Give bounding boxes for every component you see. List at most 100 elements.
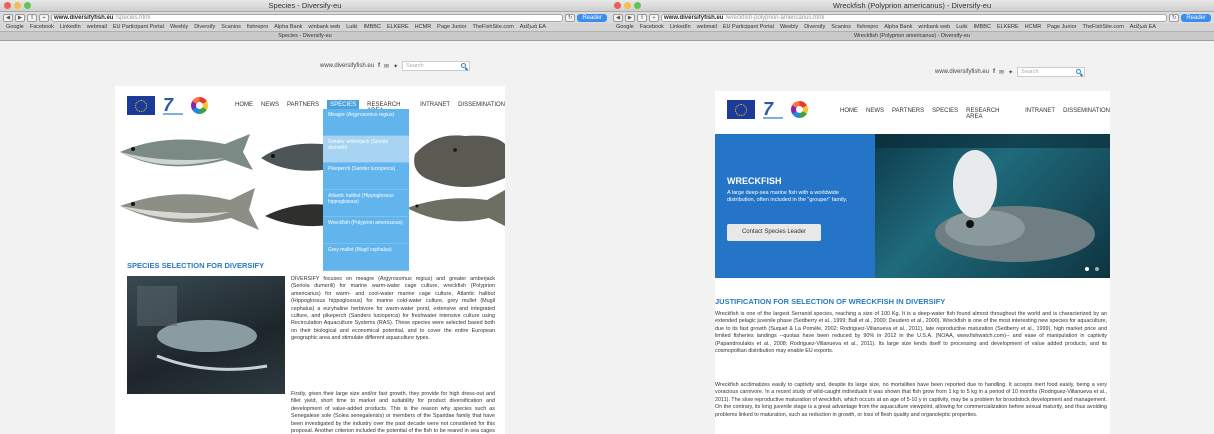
dropdown-item-meagre[interactable]: Meagre (Argyrosomus regius) [323,109,409,136]
meagre-fish-image [120,134,253,170]
bookmark-google[interactable]: Google [6,24,24,30]
dropdown-item-wreckfish[interactable]: Wreckfish (Polyprion americanus) [323,217,409,244]
nav-partners[interactable]: PARTNERS [287,102,319,114]
bookmark-alpha-bank[interactable]: Alpha Bank [884,24,912,30]
nav-news[interactable]: NEWS [866,108,884,120]
bookmark-hcmr[interactable]: HCMR [1025,24,1042,30]
bookmark-facebook[interactable]: Facebook [640,24,664,30]
add-icon[interactable]: + [39,13,49,22]
bookmark-diversify[interactable]: Diversify [194,24,215,30]
site-utility-bar: www.diversifyfish.eu f ✉ ✦ Search [320,61,471,71]
page-viewport: www.diversifyfish.eu f ✉ ✦ Search 7 HOME… [610,41,1214,434]
diversify-logo[interactable] [191,97,208,114]
email-icon[interactable]: ✉ [999,69,1004,76]
eu-flag-logo [127,96,155,115]
search-input[interactable]: Search [1017,67,1086,77]
bookmark-scanios[interactable]: Scanios [221,24,241,30]
facebook-icon[interactable]: f [993,69,995,75]
bookmark-weebly[interactable]: Weebly [170,24,188,30]
bookmark-linkedin[interactable]: LinkedIn [60,24,81,30]
bookmark-winbank-web[interactable]: winbank web [918,24,950,30]
nav-research-area[interactable]: RESEARCH AREA [966,108,1017,120]
bookmark-page-junior[interactable]: Page Junior [437,24,466,30]
bookmark-weebly[interactable]: Weebly [780,24,798,30]
reader-button[interactable]: Reader [577,13,607,22]
bookmark-imbbc[interactable]: IMBBC [974,24,991,30]
search-icon[interactable] [1076,69,1082,74]
add-icon[interactable]: + [649,13,659,22]
bookmark-facebook[interactable]: Facebook [30,24,54,30]
window-title: Wreckfish (Polyprion americanus) - Diver… [832,1,992,10]
bookmark-fishrepro[interactable]: fishrepro [247,24,268,30]
diversify-logo[interactable] [791,101,808,118]
nav-news[interactable]: NEWS [261,102,279,114]
reload-icon[interactable]: ↻ [1169,13,1180,22]
dropdown-item-grey-mullet[interactable]: Grey mullet (Mugil cephalus) [323,244,409,271]
bookmark-diversify[interactable]: Diversify [804,24,825,30]
dropdown-item-pikeperch[interactable]: Pikeperch (Sander lucioperca) [323,163,409,190]
bookmark-hcmr[interactable]: HCMR [415,24,432,30]
forward-icon[interactable]: ▶ [15,13,25,22]
search-icon[interactable] [461,63,467,68]
partner-logos: 7 [727,100,808,119]
dropdown-item-atlantic-halibut[interactable]: Atlantic halibut (Hippoglossus hippoglos… [323,190,409,217]
reload-icon[interactable]: ↻ [565,13,576,22]
slider-dot-1[interactable] [1085,267,1089,271]
address-toolbar: ◀ ▶ ⇪ + www.diversifyfish.eu/wreckfish-p… [610,12,1214,23]
bookmark-luiki[interactable]: Luiki [956,24,967,30]
email-icon[interactable]: ✉ [384,63,389,70]
nav-home[interactable]: HOME [235,102,253,114]
reader-button[interactable]: Reader [1181,13,1211,22]
criteria-paragraph: Firstly, given their large size and/or f… [291,391,495,434]
bookmark-webmail[interactable]: webmail [87,24,107,30]
bookmark-page-junior[interactable]: Page Junior [1047,24,1076,30]
tab-species[interactable]: Species - Diversify-eu [0,32,610,41]
url-path: /species.html [115,14,151,21]
nav-dissemination[interactable]: DISSEMINATION [458,102,505,114]
share-icon[interactable]: ⇪ [637,13,647,22]
contact-species-leader-button[interactable]: Contact Species Leader [727,224,821,241]
bookmark-eu-participant-portal[interactable]: EU Participant Portal [113,24,164,30]
bookmark-alpha-bank[interactable]: Alpha Bank [274,24,302,30]
search-placeholder: Search [406,63,424,69]
bookmark-webmail[interactable]: webmail [697,24,717,30]
back-icon[interactable]: ◀ [613,13,623,22]
address-bar[interactable]: www.diversifyfish.eu/species.html [51,13,564,22]
section-heading: SPECIES SELECTION FOR DIVERSIFY [127,261,265,270]
bookmark-scanios[interactable]: Scanios [831,24,851,30]
back-icon[interactable]: ◀ [3,13,13,22]
search-placeholder: Search [1021,69,1039,75]
bookmark-imbbc[interactable]: IMBBC [364,24,381,30]
bookmark-thefishsite-com[interactable]: TheFishSite.com [1083,24,1124,30]
bookmark-linkedin[interactable]: LinkedIn [670,24,691,30]
nav-dissemination[interactable]: DISSEMINATION [1063,108,1110,120]
bookmark-item[interactable]: Αείξωά ΕΑ [520,24,546,30]
bookmark-item[interactable]: Αείξωά ΕΑ [1130,24,1156,30]
facebook-icon[interactable]: f [378,63,380,69]
browser-window-species: Species - Diversify-eu ◀ ▶ ⇪ + www.diver… [0,0,610,434]
acclimatization-paragraph: Wreckfish acclimatizes easily to captivi… [715,382,1107,418]
bookmark-winbank-web[interactable]: winbank web [308,24,340,30]
bookmarks-bar: Google Facebook LinkedIn webmail EU Particip… [610,23,1214,32]
nav-intranet[interactable]: INTRANET [1025,108,1055,120]
nav-species[interactable]: SPECIES [932,108,958,120]
bookmark-google[interactable]: Google [616,24,634,30]
forward-icon[interactable]: ▶ [625,13,635,22]
bookmark-fishrepro[interactable]: fishrepro [857,24,878,30]
slider-dot-2[interactable] [1095,267,1099,271]
nav-intranet[interactable]: INTRANET [420,102,450,114]
address-bar[interactable]: www.diversifyfish.eu/wreckfish-polyprion… [661,13,1168,22]
share-icon[interactable]: ⇪ [27,13,37,22]
twitter-icon[interactable]: ✦ [1008,69,1013,76]
bookmark-luiki[interactable]: Luiki [346,24,357,30]
bookmark-elkere[interactable]: ELKERE [387,24,409,30]
tab-wreckfish[interactable]: Wreckfish (Polyprion americanus) - Diver… [610,32,1214,41]
dropdown-item-greater-amberjack[interactable]: Greater amberjack (Seriola dumerili) [323,136,409,163]
bookmark-eu-participant-portal[interactable]: EU Participant Portal [723,24,774,30]
search-input[interactable]: Search [402,61,471,71]
bookmark-thefishsite-com[interactable]: TheFishSite.com [473,24,514,30]
nav-partners[interactable]: PARTNERS [892,108,924,120]
twitter-icon[interactable]: ✦ [393,63,398,70]
bookmark-elkere[interactable]: ELKERE [997,24,1019,30]
nav-home[interactable]: HOME [840,108,858,120]
